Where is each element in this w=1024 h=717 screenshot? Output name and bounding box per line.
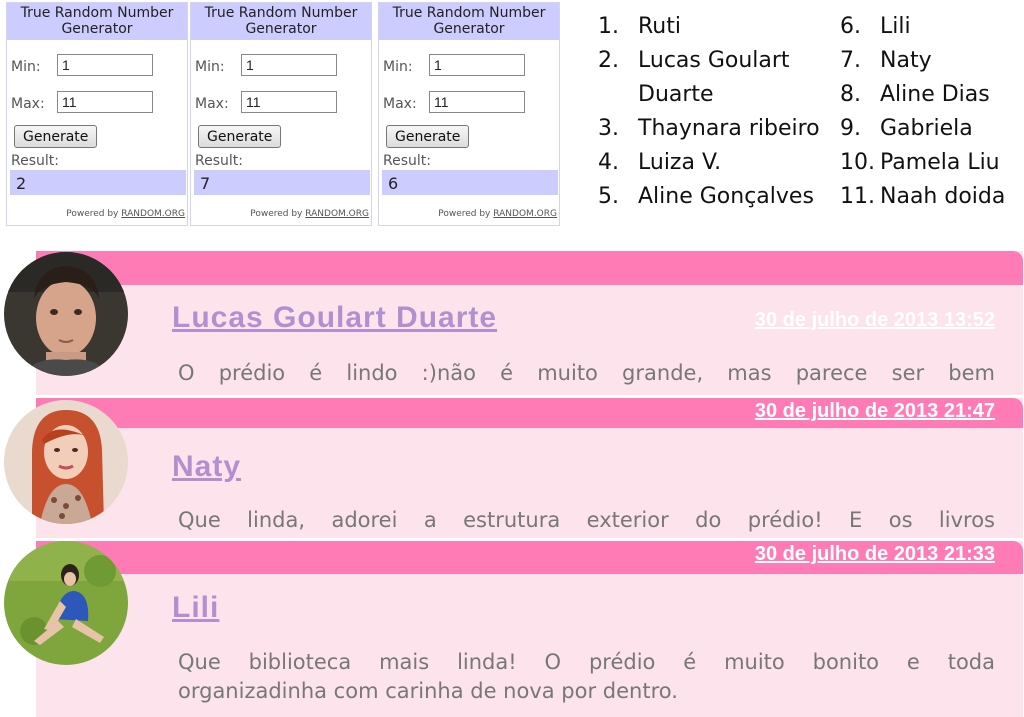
names-list-1: 1. Ruti 2. Lucas Goulart Duarte 3. Thaynara… xyxy=(598,10,820,214)
list-item: 7. Naty xyxy=(840,48,932,73)
comment-date[interactable]: 30 de julho de 2013 21:33 xyxy=(755,543,995,566)
list-item: 6. Lili xyxy=(840,14,911,39)
min-label: Min: xyxy=(11,59,41,75)
comment-author[interactable]: Lucas Goulart Duarte xyxy=(172,301,497,335)
comment-3: 30 de julho de 2013 21:33 Lili Que bibli… xyxy=(36,541,1023,717)
comment-date[interactable]: 30 de julho de 2013 21:47 xyxy=(755,400,995,423)
min-input[interactable] xyxy=(57,54,153,76)
powered-by: Powered by RANDOM.ORG xyxy=(250,209,369,219)
comment-text: organizadinha com carinha de nova por de… xyxy=(178,679,678,703)
comment-text: O prédio é lindo :)não é muito grande, m… xyxy=(178,361,995,385)
rng-widget-3: True Random Number Generator Min: Max: G… xyxy=(378,2,560,226)
list-item: 4. Luiza V. xyxy=(598,150,722,175)
result-value: 6 xyxy=(382,170,558,195)
min-label: Min: xyxy=(383,59,413,75)
comment-header-bar xyxy=(36,251,1023,285)
avatar[interactable] xyxy=(4,400,128,524)
comment-text: Que biblioteca mais linda! O prédio é mu… xyxy=(178,650,995,674)
comment-2: 30 de julho de 2013 21:47 Naty Que linda… xyxy=(36,398,1023,538)
powered-by: Powered by RANDOM.ORG xyxy=(438,209,557,219)
min-input[interactable] xyxy=(241,54,337,76)
comment-author[interactable]: Lili xyxy=(172,591,219,625)
result-label: Result: xyxy=(11,153,59,169)
max-input[interactable] xyxy=(429,91,525,113)
random-org-link[interactable]: RANDOM.ORG xyxy=(493,209,557,219)
avatar[interactable] xyxy=(4,252,128,376)
avatar-photo-grass xyxy=(4,541,128,665)
avatar[interactable] xyxy=(4,541,128,665)
result-value: 2 xyxy=(10,170,186,195)
comment-author[interactable]: Naty xyxy=(172,450,241,484)
comment-date[interactable]: 30 de julho de 2013 13:52 xyxy=(755,309,995,332)
rng-title: True Random Number Generator xyxy=(7,3,187,40)
result-label: Result: xyxy=(383,153,431,169)
max-label: Max: xyxy=(383,96,417,112)
rng-widget-2: True Random Number Generator Min: Max: G… xyxy=(190,2,372,226)
min-label: Min: xyxy=(195,59,225,75)
generate-button[interactable]: Generate xyxy=(198,125,282,148)
avatar-photo-man xyxy=(4,252,128,376)
rng-widget-1: True Random Number Generator Min: Max: G… xyxy=(6,2,188,226)
list-item: 1. Ruti xyxy=(598,14,681,39)
max-label: Max: xyxy=(11,96,45,112)
powered-by: Powered by RANDOM.ORG xyxy=(66,209,185,219)
rng-title: True Random Number Generator xyxy=(191,3,371,40)
names-list-2: 6. Lili 7. Naty 8. Aline Dias 9. Gabriela 10… xyxy=(840,10,1005,214)
comment-1: 30 de julho de 2013 13:52 Lucas Goulart … xyxy=(36,251,1023,395)
result-label: Result: xyxy=(195,153,243,169)
list-item: 9. Gabriela xyxy=(840,116,973,141)
min-input[interactable] xyxy=(429,54,525,76)
rng-title: True Random Number Generator xyxy=(379,3,559,40)
list-item: 3. Thaynara ribeiro xyxy=(598,116,820,141)
list-item: Duarte xyxy=(638,82,714,107)
list-item: 5. Aline Gonçalves xyxy=(598,184,814,209)
result-value: 7 xyxy=(194,170,370,195)
max-label: Max: xyxy=(195,96,229,112)
list-item: 8. Aline Dias xyxy=(840,82,990,107)
random-org-link[interactable]: RANDOM.ORG xyxy=(121,209,185,219)
avatar-photo-woman xyxy=(4,400,128,524)
list-item: 2. Lucas Goulart xyxy=(598,48,790,73)
random-org-link[interactable]: RANDOM.ORG xyxy=(305,209,369,219)
generate-button[interactable]: Generate xyxy=(14,125,98,148)
max-input[interactable] xyxy=(241,91,337,113)
comment-text: Que linda, adorei a estrutura exterior d… xyxy=(178,508,995,532)
list-item: 11. Naah doida xyxy=(840,184,1006,209)
list-item: 10. Pamela Liu xyxy=(840,150,1000,175)
max-input[interactable] xyxy=(57,91,153,113)
generate-button[interactable]: Generate xyxy=(386,125,470,148)
